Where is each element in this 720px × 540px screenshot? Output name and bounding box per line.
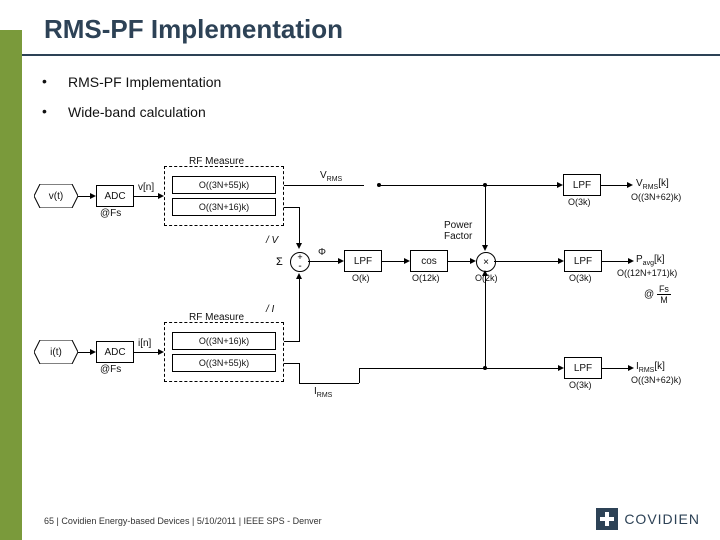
accent-sidebar [0,30,22,540]
slide: RMS-PF Implementation RMS-PF Implementat… [0,0,720,540]
times-icon: × [483,257,489,268]
cos-label: cos [421,256,437,267]
at-symbol: @ [644,289,654,300]
footer-org: Covidien Energy-based Devices [61,516,189,526]
clock-label: @ Fs M [644,284,671,305]
avg-subscript: avg [643,260,654,267]
bullet-item: Wide-band calculation [44,104,221,120]
sum-label: Σ [276,256,283,268]
o3n62-label: O((3N+62)k) [631,375,681,385]
phi-label: Φ [318,247,326,258]
rf-stage-v1: O((3N+55)k) [172,176,276,194]
bullet-text: RMS-PF Implementation [68,74,221,90]
rms-subscript: RMS [317,392,333,399]
index-k: [k] [654,361,665,372]
slash-i: / I [266,304,274,315]
input-v-label: v(t) [49,191,63,202]
bullet-item: RMS-PF Implementation [44,74,221,90]
adc-i-box: ADC [96,341,134,363]
rf-measure-v-title: RF Measure [189,156,244,167]
o3k-label: O(3k) [569,273,592,283]
m-denominator: M [657,295,671,305]
o-label: O((3N+55)k) [199,358,249,368]
power-factor-label: Power Factor [444,220,472,242]
vrms-label: VRMS [320,170,342,183]
in-label: i[n] [138,338,151,349]
o12k-label: O(12k) [412,273,440,283]
input-i-hexagon: i(t) [34,340,78,364]
angle-i-label: / I [266,304,274,315]
rf-measure-i-title: RF Measure [189,312,244,323]
irms-label: IRMS [314,386,332,399]
block-diagram: v(t) ADC @Fs v[n] RF Measure O((3N+55)k)… [34,156,694,446]
v-out-symbol: V [636,178,643,189]
lpf-label: LPF [573,180,591,191]
slide-footer: 65 | Covidien Energy-based Devices | 5/1… [44,516,322,526]
adc-v-box: ADC [96,185,134,207]
adc-label: ADC [104,347,125,358]
o3n62-label: O((3N+62)k) [631,192,681,202]
vn-label: v[n] [138,182,154,193]
lpf-phi-box: LPF [344,250,382,272]
fs-label: @Fs [100,364,121,375]
o3k-label: O(3k) [569,380,592,390]
title-area: RMS-PF Implementation [44,14,343,45]
input-v-hexagon: v(t) [34,184,78,208]
lpf-pavg-box: LPF [564,250,602,272]
rms-subscript: RMS [643,184,659,191]
input-i-label: i(t) [50,347,62,358]
irmsk-output: IRMS[k] [636,361,665,374]
minus-icon: - [298,261,301,272]
ok-label: O(k) [352,273,370,283]
lpf-irms-box: LPF [564,357,602,379]
o-label: O((3N+16)k) [199,336,249,346]
v-symbol: V [320,170,327,181]
o-label: O((3N+16)k) [199,202,249,212]
lpf-label: LPF [574,363,592,374]
cos-box: cos [410,250,448,272]
vrmsk-output: VRMS[k] [636,178,669,191]
rms-subscript: RMS [639,367,655,374]
page-number: 65 [44,516,54,526]
title-underline [22,54,720,56]
brand-logo: COVIDIEN [596,508,700,530]
bullet-text: Wide-band calculation [68,104,206,120]
o3k-label: O(3k) [568,197,591,207]
rf-stage-i1: O((3N+16)k) [172,332,276,350]
brand-word: COVIDIEN [624,511,700,527]
p-symbol: P [636,254,643,265]
bullet-list: RMS-PF Implementation Wide-band calculat… [44,74,221,134]
bullet-dot-icon [44,109,50,115]
fs-numerator: Fs [657,284,671,295]
rf-stage-i2: O((3N+55)k) [172,354,276,372]
angle-v-label: / V [266,235,278,246]
o12n171-label: O((12N+171)k) [617,268,677,278]
slash-v: / V [266,235,278,246]
footer-venue: IEEE SPS - Denver [244,516,322,526]
adc-label: ADC [104,191,125,202]
rf-measure-v-group [164,166,284,226]
o-label: O((3N+55)k) [199,180,249,190]
footer-date: 5/10/2011 [197,516,236,526]
rms-subscript: RMS [327,176,343,183]
multiplier: × [476,252,496,272]
brand-mark-icon [596,508,618,530]
lpf-label: LPF [354,256,372,267]
sum-junction: + - [290,252,310,272]
rf-stage-v2: O((3N+16)k) [172,198,276,216]
index-k: [k] [658,178,669,189]
pavgk-output: Pavg[k] [636,254,665,267]
fs-label: @Fs [100,208,121,219]
lpf-label: LPF [574,256,592,267]
slide-title: RMS-PF Implementation [44,14,343,45]
bullet-dot-icon [44,79,50,85]
index-k: [k] [654,254,665,265]
lpf-vrms-box: LPF [563,174,601,196]
rf-measure-i-group [164,322,284,382]
